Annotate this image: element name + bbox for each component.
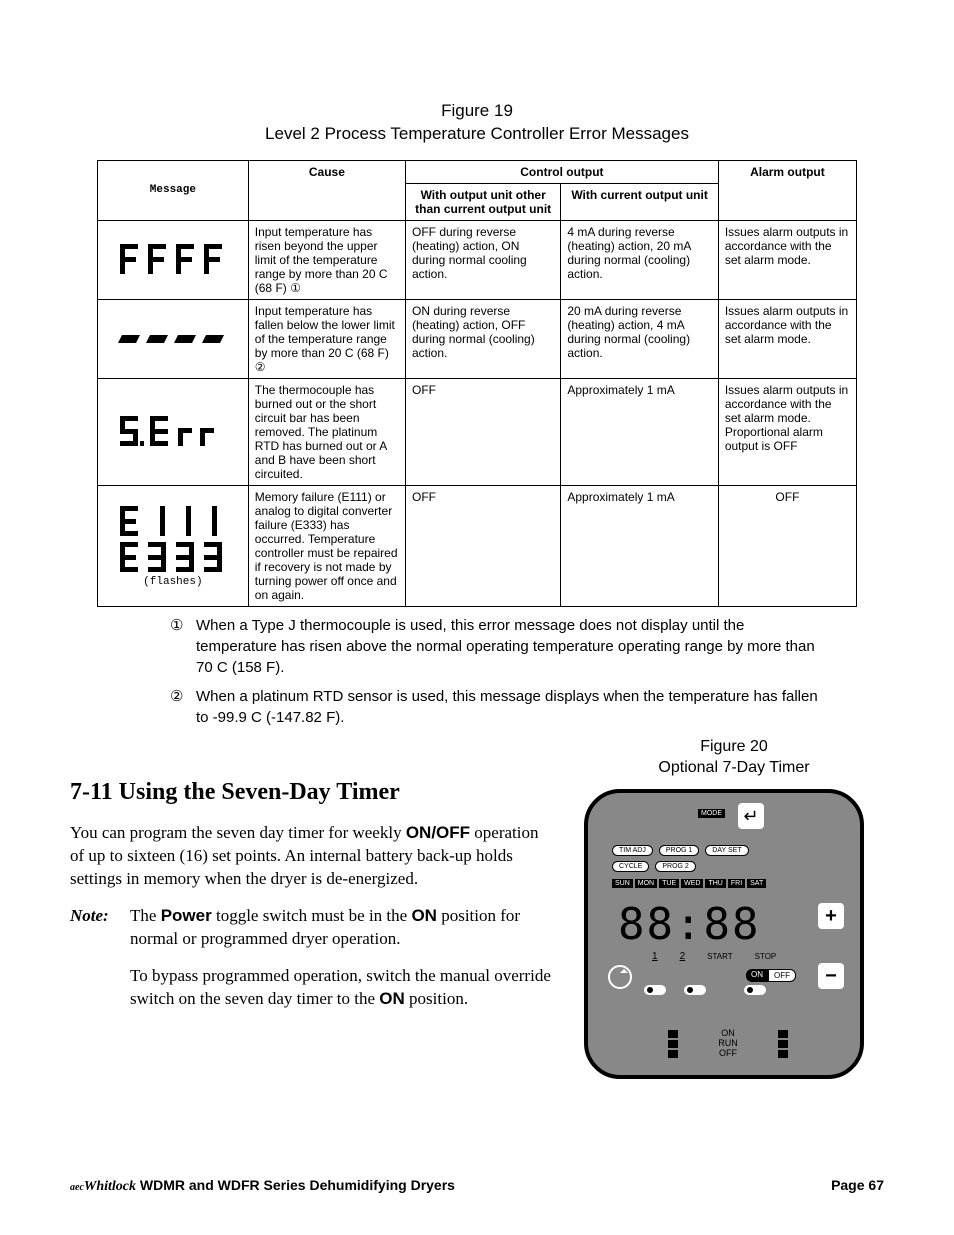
plus-button[interactable]: + [818,903,844,929]
labels-row: 1 2 START STOP [652,951,776,962]
table-row: The thermocouple has burned out or the s… [98,378,857,485]
page-number: Page 67 [831,1177,884,1195]
on-pill: ON [746,969,768,982]
note-symbol-2: ② [170,686,196,728]
sw-off: OFF [718,1049,738,1059]
co-current-cell: 20 mA during reverse (heating) action, 4… [561,299,718,378]
knob-onoff[interactable] [744,985,766,995]
section-heading: 7-11 Using the Seven-Day Timer [70,776,554,808]
brand-name: Whitlock [84,1179,136,1194]
figure-19-num: Figure 19 [441,101,513,120]
th-alarm: Alarm output [718,160,856,220]
override-switch[interactable]: ON RUN OFF [668,1029,788,1059]
table-notes: ① When a Type J thermocouple is used, th… [170,615,824,728]
seven-seg-serr-icon [118,414,228,450]
page-footer: aecWhitlock WDMR and WDFR Series Dehumid… [70,1177,884,1195]
knob-1[interactable] [644,985,666,995]
th-co-other: With output unit other than current outp… [406,183,561,220]
off-pill: OFF [768,969,796,982]
co-other-cell: ON during reverse (heating) action, OFF … [406,299,561,378]
cause-cell: The thermocouple has burned out or the s… [248,378,405,485]
figure-20-num: Figure 20 [700,738,768,755]
cause-cell: Input temperature has risen beyond the u… [248,220,405,299]
day-thu: THU [705,879,725,888]
table-row: Input temperature has fallen below the l… [98,299,857,378]
cause-cell: Input temperature has fallen below the l… [248,299,405,378]
cause-cell: Memory failure (E111) or analog to digit… [248,485,405,606]
alarm-cell: Issues alarm outputs in accordance with … [718,299,856,378]
co-other-cell: OFF [406,378,561,485]
table-row: Input temperature has risen beyond the u… [98,220,857,299]
day-fri: FRI [728,879,745,888]
co-other-cell: OFF during reverse (heating) action, ON … [406,220,561,299]
section-p3: To bypass programmed operation, switch t… [130,965,554,1011]
co-other-cell: OFF [406,485,561,606]
th-control-output: Control output [406,160,719,183]
th-cause: Cause [248,160,405,220]
seven-seg-e333-icon [118,540,228,576]
seven-seg-dashes-icon [118,329,228,349]
co-current-cell: Approximately 1 mA [561,485,718,606]
alarm-cell: Issues alarm outputs in accordance with … [718,220,856,299]
note-2-text: When a platinum RTD sensor is used, this… [196,686,824,728]
msg-ffff [98,220,249,299]
section-note: Note: The Power toggle switch must be in… [70,905,554,951]
enter-button[interactable]: ↵ [738,803,764,829]
co-current-cell: 4 mA during reverse (heating) action, 20… [561,220,718,299]
label-start: START [707,952,732,961]
label-1: 1 [652,951,658,962]
reset-button[interactable] [608,965,632,989]
enter-icon: ↵ [743,806,758,827]
msg-dashes [98,299,249,378]
day-sun: SUN [612,879,633,888]
msg-serr [98,378,249,485]
th-co-current: With current output unit [561,183,718,220]
figure-20-title: Optional 7-Day Timer [658,759,809,776]
table-row: (flashes) Memory failure (E111) or analo… [98,485,857,606]
error-table: Message Cause Control output Alarm outpu… [97,160,857,607]
seven-seg-ffff-icon [118,242,228,278]
prog2-button[interactable]: PROG 2 [655,861,695,872]
cycle-button[interactable]: CYCLE [612,861,649,872]
label-stop: STOP [755,952,777,961]
onoff-indicator: ON OFF [746,969,796,982]
note-1-text: When a Type J thermocouple is used, this… [196,615,824,678]
day-mon: MON [635,879,657,888]
figure-19-label: Figure 19 Level 2 Process Temperature Co… [70,100,884,146]
flashes-label: (flashes) [143,576,202,588]
mode-label: MODE [698,809,725,818]
note-label: Note: [70,905,130,951]
alarm-cell: Issues alarm outputs in accordance with … [718,378,856,485]
timer-device: MODE ↵ TIM ADJ PROG 1 DAY SET CYCLE PROG… [584,789,864,1079]
day-set-button[interactable]: DAY SET [705,845,748,856]
msg-e111-e333: (flashes) [98,485,249,606]
day-wed: WED [681,879,703,888]
label-2: 2 [680,951,686,962]
minus-button[interactable]: − [818,963,844,989]
day-sat: SAT [747,879,766,888]
day-row: SUN MON TUE WED THU FRI SAT [612,879,766,888]
figure-20-label: Figure 20 Optional 7-Day Timer [584,736,884,779]
day-tue: TUE [659,879,679,888]
section-p1: You can program the seven day timer for … [70,822,554,891]
lcd-display: 88:88 [618,899,760,950]
figure-19-title: Level 2 Process Temperature Controller E… [265,124,689,143]
note-symbol-1: ① [170,615,196,678]
th-message: Message [98,160,249,220]
prog1-button[interactable]: PROG 1 [659,845,699,856]
tim-adj-button[interactable]: TIM ADJ [612,845,653,856]
knob-2[interactable] [684,985,706,995]
footer-left: aecWhitlock WDMR and WDFR Series Dehumid… [70,1177,455,1195]
brand-prefix: aec [70,1182,84,1193]
seven-seg-e111-icon [118,504,228,540]
co-current-cell: Approximately 1 mA [561,378,718,485]
alarm-cell: OFF [718,485,856,606]
footer-title: WDMR and WDFR Series Dehumidifying Dryer… [136,1177,455,1193]
